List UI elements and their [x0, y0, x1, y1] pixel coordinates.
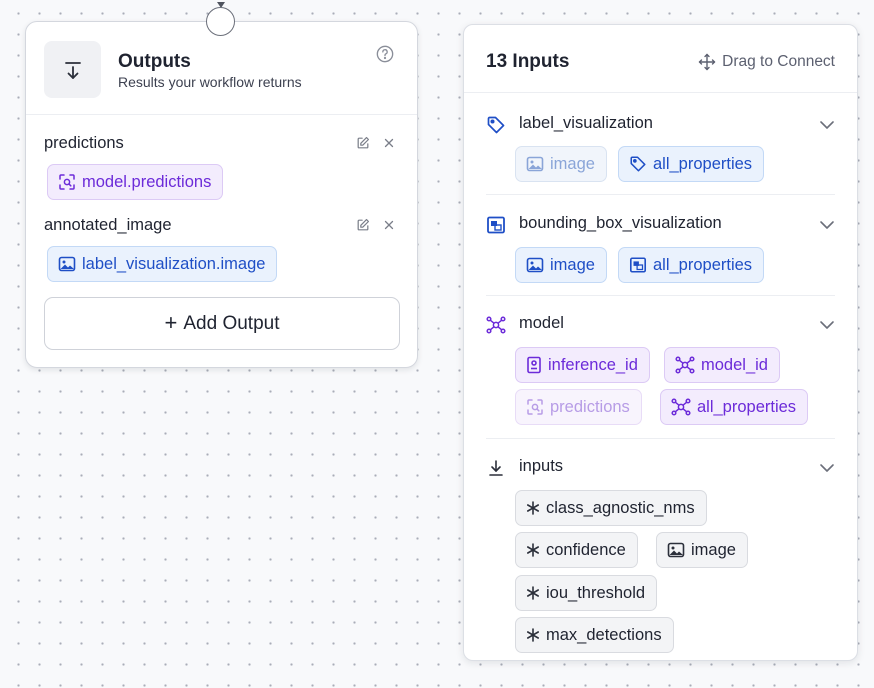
- chevron-down-icon[interactable]: [819, 317, 835, 333]
- input-chip-image[interactable]: image: [515, 247, 607, 283]
- input-chip-class-agnostic-nms[interactable]: class_agnostic_nms: [515, 490, 707, 526]
- tag-icon: [487, 116, 505, 134]
- outputs-title: Outputs: [118, 51, 191, 72]
- drag-hint-label: Drag to Connect: [722, 53, 835, 70]
- help-icon[interactable]: [376, 45, 394, 63]
- tag-icon: [630, 156, 646, 172]
- input-chip-all-properties[interactable]: all_properties: [660, 389, 809, 425]
- model-graph-icon: [675, 356, 695, 374]
- group-header-bounding-box-visualization[interactable]: bounding_box_visualization: [486, 214, 835, 236]
- outputs-subtitle: Results your workflow returns: [118, 74, 302, 90]
- chip-label: image: [550, 255, 595, 274]
- input-chip-image[interactable]: image: [656, 532, 748, 568]
- input-chip-all-properties[interactable]: all_properties: [618, 247, 765, 283]
- input-chip-confidence[interactable]: confidence: [515, 532, 638, 568]
- input-chip-max-detections[interactable]: max_detections: [515, 617, 674, 653]
- add-output-button[interactable]: + Add Output: [44, 297, 400, 350]
- chip-label: confidence: [546, 540, 626, 559]
- divider: [486, 295, 835, 296]
- group-header-label-visualization[interactable]: label_visualization: [486, 114, 835, 136]
- divider: [486, 194, 835, 195]
- edit-icon[interactable]: [356, 218, 370, 232]
- input-chip-inference-id[interactable]: inference_id: [515, 347, 650, 383]
- edit-icon[interactable]: [356, 136, 370, 150]
- group-label: model: [519, 314, 564, 332]
- input-chip-predictions[interactable]: predictions: [515, 389, 642, 425]
- chip-label: all_properties: [697, 397, 797, 416]
- close-icon[interactable]: [382, 136, 396, 150]
- output-source-chip[interactable]: label_visualization.image: [47, 246, 278, 282]
- group-header-model[interactable]: model: [486, 314, 835, 336]
- chip-label: max_detections: [546, 625, 662, 644]
- chip-label: all_properties: [653, 154, 753, 173]
- inputs-panel-header: 13 Inputs Drag to Connect: [464, 25, 857, 93]
- chip-label: all_properties: [653, 255, 753, 274]
- model-graph-icon: [486, 316, 506, 334]
- asterisk-icon: [526, 628, 539, 642]
- chip-label: iou_threshold: [546, 583, 646, 602]
- chip-label: class_agnostic_nms: [546, 498, 695, 517]
- bounding-box-icon: [487, 216, 505, 234]
- outputs-node[interactable]: Outputs Results your workflow returns pr…: [25, 21, 418, 368]
- image-icon: [526, 156, 544, 172]
- asterisk-icon: [526, 586, 539, 600]
- chip-label: image: [691, 540, 736, 559]
- download-icon: [489, 460, 503, 476]
- chip-label: image: [550, 154, 595, 173]
- output-row-label: annotated_image: [44, 216, 172, 234]
- add-output-label: Add Output: [183, 312, 280, 334]
- model-graph-icon: [671, 398, 691, 416]
- group-label: inputs: [519, 457, 564, 475]
- bounding-box-icon: [629, 257, 647, 273]
- input-chip-all-properties[interactable]: all_properties: [618, 146, 765, 182]
- chevron-down-icon[interactable]: [819, 117, 835, 133]
- chip-label: inference_id: [548, 355, 638, 374]
- inputs-panel: 13 Inputs Drag to Connect label_visualiz…: [463, 24, 858, 661]
- asterisk-icon: [526, 543, 539, 557]
- connection-handle[interactable]: [206, 7, 235, 36]
- id-badge-icon: [527, 356, 541, 374]
- chip-label: model_id: [701, 355, 768, 374]
- group-header-inputs[interactable]: inputs: [486, 457, 835, 479]
- group-label: bounding_box_visualization: [519, 214, 722, 232]
- close-icon[interactable]: [382, 218, 396, 232]
- plus-icon: +: [164, 309, 178, 335]
- output-source-label: label_visualization.image: [82, 254, 266, 273]
- asterisk-icon: [526, 501, 539, 515]
- input-chip-iou-threshold[interactable]: iou_threshold: [515, 575, 658, 611]
- output-row-label: predictions: [44, 134, 124, 152]
- divider: [486, 438, 835, 439]
- chevron-down-icon[interactable]: [819, 217, 835, 233]
- inputs-count-title: 13 Inputs: [486, 51, 570, 72]
- predictions-icon: [59, 174, 75, 190]
- chip-label: predictions: [550, 397, 630, 416]
- input-chip-model-id[interactable]: model_id: [664, 347, 780, 383]
- chevron-down-icon[interactable]: [819, 460, 835, 476]
- group-label: label_visualization: [519, 114, 653, 132]
- image-icon: [58, 256, 76, 272]
- output-source-label: model.predictions: [82, 172, 212, 191]
- output-source-chip[interactable]: model.predictions: [47, 164, 224, 200]
- output-download-icon: [44, 41, 101, 98]
- input-chip-image[interactable]: image: [515, 146, 607, 182]
- move-icon: [698, 53, 716, 71]
- predictions-icon: [527, 399, 543, 415]
- image-icon: [667, 542, 685, 558]
- image-icon: [526, 257, 544, 273]
- drag-to-connect-hint: Drag to Connect: [698, 53, 835, 71]
